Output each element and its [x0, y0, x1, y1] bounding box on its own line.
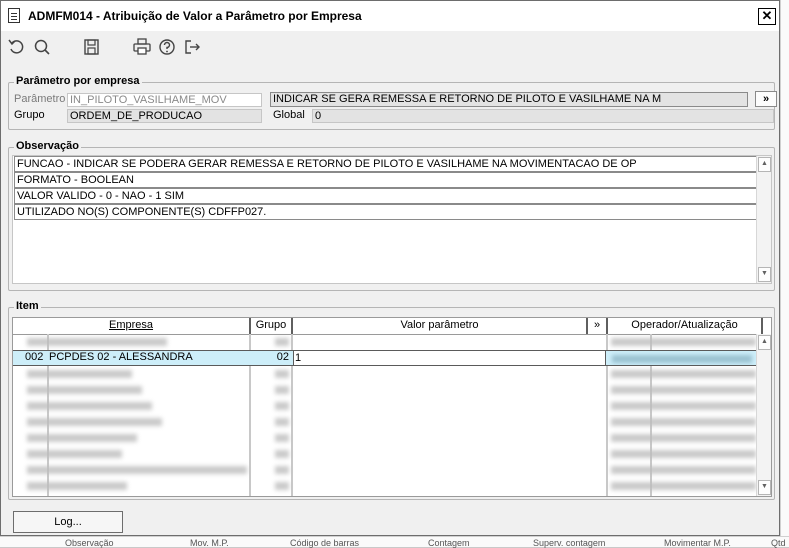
redacted-text	[611, 402, 756, 410]
redacted-text	[275, 370, 289, 378]
search-icon[interactable]	[32, 37, 52, 57]
row-code: 002	[25, 351, 44, 363]
redacted-text	[611, 338, 756, 346]
bg-tab: Código de barras	[290, 538, 360, 548]
global-field: 0	[312, 109, 774, 123]
dialog-window: ADMFM014 - Atribuição de Valor a Parâmet…	[0, 0, 780, 536]
table-row[interactable]	[13, 334, 763, 350]
redacted-text	[27, 466, 247, 474]
observacao-scrollbar[interactable]: ▲ ▼	[756, 156, 771, 283]
observacao-line: UTILIZADO NO(S) COMPONENTE(S) CDFFP027.	[14, 204, 763, 220]
redacted-text	[611, 482, 756, 490]
redacted-text	[27, 434, 137, 442]
close-button[interactable]: ✕	[758, 8, 776, 25]
column-valor[interactable]: Valor parâmetro	[293, 318, 588, 334]
table-row[interactable]	[13, 398, 763, 414]
item-legend: Item	[14, 300, 41, 312]
bg-tab: Movimentar M.P.	[664, 538, 731, 548]
redacted-text	[611, 370, 756, 378]
parametro-empresa-panel: Parâmetro por empresa Parâmetro IN_PILOT…	[8, 75, 777, 130]
column-operador[interactable]: Operador/Atualização	[608, 318, 763, 334]
redacted-text	[27, 418, 162, 426]
observacao-legend: Observação	[14, 140, 81, 152]
parametro-label: Parâmetro	[14, 93, 66, 105]
table-row[interactable]	[13, 462, 763, 478]
redacted-text	[275, 402, 289, 410]
log-button[interactable]: Log...	[13, 511, 123, 533]
redacted-text	[611, 466, 756, 474]
table-row[interactable]	[13, 382, 763, 398]
parametro-empresa-legend: Parâmetro por empresa	[14, 75, 142, 87]
item-panel: Item Empresa Grupo Valor parâmetro » Ope…	[8, 300, 775, 500]
column-grupo[interactable]: Grupo	[251, 318, 293, 334]
scroll-up-icon[interactable]: ▲	[758, 335, 771, 350]
parametro-description: INDICAR SE GERA REMESSA E RETORNO DE PIL…	[270, 92, 748, 107]
grupo-field: ORDEM_DE_PRODUCAO	[67, 109, 262, 123]
redacted-text	[611, 434, 756, 442]
grid-header: Empresa Grupo Valor parâmetro » Operador…	[13, 318, 763, 335]
scroll-down-icon[interactable]: ▼	[758, 480, 771, 495]
row-valor-input[interactable]: 1	[293, 350, 606, 366]
window-title: ADMFM014 - Atribuição de Valor a Parâmet…	[28, 9, 362, 23]
parametro-more-button[interactable]: »	[755, 91, 777, 107]
redacted-text	[275, 482, 289, 490]
bg-tab: Observação	[65, 538, 114, 548]
item-grid: Empresa Grupo Valor parâmetro » Operador…	[12, 317, 772, 497]
row-operador	[608, 350, 763, 366]
table-row-selected[interactable]: 002 PCPDES 02 - ALESSANDRA 02 1	[13, 350, 763, 366]
bg-tab: Superv. contagem	[533, 538, 606, 548]
redacted-text	[27, 338, 167, 346]
redacted-text	[27, 482, 127, 490]
global-label: Global	[273, 109, 305, 121]
row-grupo: 02	[276, 351, 289, 363]
observacao-line: VALOR VALIDO - 0 - NAO - 1 SIM	[14, 188, 763, 204]
redacted-text	[611, 386, 756, 394]
print-icon[interactable]	[132, 37, 152, 57]
toolbar	[1, 31, 779, 61]
redacted-text	[611, 450, 756, 458]
document-icon	[8, 8, 20, 23]
exit-icon[interactable]	[182, 37, 202, 57]
undo-icon[interactable]	[7, 37, 27, 57]
observacao-line: FORMATO - BOOLEAN	[14, 172, 763, 188]
save-icon[interactable]	[82, 37, 102, 57]
bg-tab: Qtd	[771, 538, 786, 548]
title-bar: ADMFM014 - Atribuição de Valor a Parâmet…	[1, 1, 779, 31]
redacted-text	[27, 386, 142, 394]
bg-tab: Contagem	[428, 538, 470, 548]
help-icon[interactable]	[157, 37, 177, 57]
background-window-strip: Observação Mov. M.P. Código de barras Co…	[0, 536, 789, 548]
redacted-text	[611, 418, 756, 426]
redacted-text	[275, 418, 289, 426]
column-empresa[interactable]: Empresa	[13, 318, 251, 334]
redacted-text	[27, 370, 132, 378]
grupo-label: Grupo	[14, 109, 45, 121]
table-row[interactable]	[13, 366, 763, 382]
redacted-text	[275, 386, 289, 394]
observacao-textarea[interactable]: FUNCAO - INDICAR SE PODERA GERAR REMESSA…	[12, 155, 772, 284]
redacted-text	[275, 338, 289, 346]
table-row[interactable]	[13, 446, 763, 462]
grid-scrollbar[interactable]: ▲ ▼	[756, 334, 771, 496]
redacted-text	[275, 466, 289, 474]
background-window-edge	[780, 0, 789, 546]
bg-tab: Mov. M.P.	[190, 538, 229, 548]
redacted-text	[275, 450, 289, 458]
table-row[interactable]	[13, 430, 763, 446]
scroll-down-icon[interactable]: ▼	[758, 267, 771, 282]
row-empresa: PCPDES 02 - ALESSANDRA	[49, 351, 193, 363]
table-row[interactable]	[13, 478, 763, 494]
table-row[interactable]	[13, 414, 763, 430]
parametro-field[interactable]: IN_PILOTO_VASILHAME_MOV	[67, 93, 262, 107]
column-more-button[interactable]: »	[588, 318, 608, 334]
observacao-line: FUNCAO - INDICAR SE PODERA GERAR REMESSA…	[14, 156, 763, 172]
redacted-text	[27, 402, 152, 410]
redacted-text	[275, 434, 289, 442]
redacted-text	[27, 450, 122, 458]
redacted-text	[612, 355, 752, 363]
scroll-up-icon[interactable]: ▲	[758, 157, 771, 172]
observacao-panel: Observação FUNCAO - INDICAR SE PODERA GE…	[8, 140, 775, 291]
